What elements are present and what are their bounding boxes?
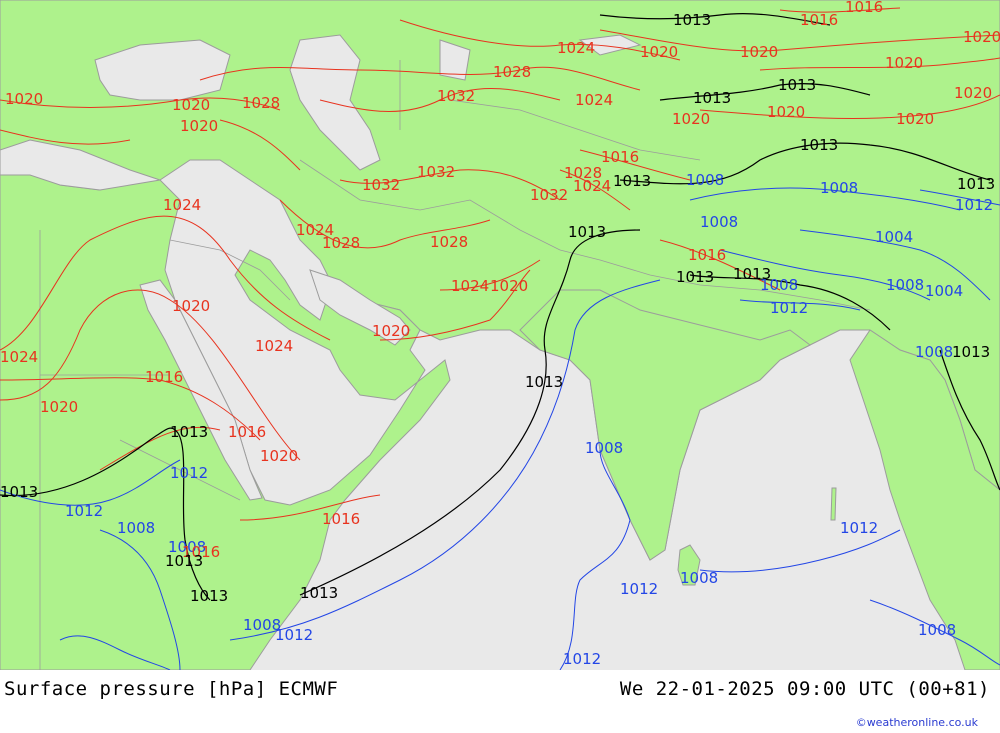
isobar-label-1004: 1004 [925, 282, 963, 300]
isobar-label-1028: 1028 [493, 63, 531, 81]
isobar-label-1028: 1028 [322, 234, 360, 252]
isobar-label-1008: 1008 [915, 343, 953, 361]
isobar-label-1013: 1013 [613, 172, 651, 190]
map-footer: Surface pressure [hPa] ECMWF We 22-01-20… [0, 670, 1000, 733]
isobar-label-1013: 1013 [676, 268, 714, 286]
isobar-label-1012: 1012 [563, 650, 601, 668]
isobar-label-1024: 1024 [255, 337, 293, 355]
map-canvas: 1013 101610161024 1020 10201020102810131020… [0, 0, 1000, 670]
isobar-label-1013: 1013 [800, 136, 838, 154]
isobar-label-1020: 1020 [260, 447, 298, 465]
isobar-label-1020: 1020 [640, 43, 678, 61]
credit-link[interactable]: ©weatheronline.co.uk [856, 716, 978, 729]
isobar-label-1016: 1016 [800, 11, 838, 29]
isobar-label-1032: 1032 [362, 176, 400, 194]
isobar-label-1013: 1013 [673, 11, 711, 29]
isobar-label-1008: 1008 [886, 276, 924, 294]
weather-map: 1013 1016 1016 1024 1020 1020 1020 1028 1013 1020… [0, 0, 1000, 670]
isobar-label-1012: 1012 [620, 580, 658, 598]
isobar-label-1012: 1012 [170, 464, 208, 482]
isobar-label-1004: 1004 [875, 228, 913, 246]
isobar-label-1020: 1020 [490, 277, 528, 295]
isobar-label-1013: 1013 [568, 223, 606, 241]
isobar-label-1012: 1012 [840, 519, 878, 537]
isobar-label-1008: 1008 [760, 276, 798, 294]
isobar-label-1020: 1020 [672, 110, 710, 128]
isobar-label-1020: 1020 [40, 398, 78, 416]
isobar-label-1013: 1013 [0, 483, 38, 501]
isobar-label-1008: 1008 [686, 171, 724, 189]
isobar-label-1020: 1020 [885, 54, 923, 72]
isobar-label-1028: 1028 [430, 233, 468, 251]
isobar-label-1016: 1016 [228, 423, 266, 441]
isobar-label-1012: 1012 [65, 502, 103, 520]
isobar-label-1013: 1013 [300, 584, 338, 602]
isobar-label-1020: 1020 [963, 28, 1000, 46]
isobar-label-1024: 1024 [573, 177, 611, 195]
isobar-label-1020: 1020 [372, 322, 410, 340]
isobar-label-1024: 1024 [163, 196, 201, 214]
isobar-label-1008: 1008 [820, 179, 858, 197]
isobar-label-1020: 1020 [180, 117, 218, 135]
map-title: Surface pressure [hPa] ECMWF [4, 678, 339, 700]
isobar-label-1024: 1024 [0, 348, 38, 366]
isobar-label-1028: 1028 [242, 94, 280, 112]
isobar-label-1032: 1032 [530, 186, 568, 204]
isobar-label-1013: 1013 [693, 89, 731, 107]
isobar-label-1024: 1024 [451, 277, 489, 295]
isobar-label-1032: 1032 [417, 163, 455, 181]
isobar-label-1020: 1020 [896, 110, 934, 128]
isobar-label-1016: 1016 [145, 368, 183, 386]
isobar-label-1012: 1012 [770, 299, 808, 317]
isobar-label-1013: 1013 [165, 552, 203, 570]
isobar-label-1008: 1008 [918, 621, 956, 639]
isobar-label-1013: 1013 [957, 175, 995, 193]
isobar-label-1020: 1020 [740, 43, 778, 61]
isobar-label-1024: 1024 [557, 39, 595, 57]
isobar-label-1008: 1008 [585, 439, 623, 457]
isobar-label-1013: 1013 [778, 76, 816, 94]
isobar-label-1008: 1008 [117, 519, 155, 537]
isobar-label-1013: 1013 [952, 343, 990, 361]
forecast-datetime: We 22-01-2025 09:00 UTC (00+81) [619, 678, 990, 700]
isobar-label-1020: 1020 [954, 84, 992, 102]
isobar-label-1020: 1020 [172, 96, 210, 114]
isobar-label-1032: 1032 [437, 87, 475, 105]
isobar-label-1020: 1020 [5, 90, 43, 108]
isobar-label-1016: 1016 [688, 246, 726, 264]
isobar-label-1024: 1024 [575, 91, 613, 109]
isobar-label-1016: 1016 [601, 148, 639, 166]
isobar-label-1016: 1016 [845, 0, 883, 16]
isobar-label-1020: 1020 [767, 103, 805, 121]
land-andaman [830, 487, 837, 521]
isobar-label-1008: 1008 [700, 213, 738, 231]
isobar-label-1013: 1013 [190, 587, 228, 605]
isobar-label-1012: 1012 [275, 626, 313, 644]
isobar-label-1020: 1020 [172, 297, 210, 315]
isobar-label-1008: 1008 [680, 569, 718, 587]
isobar-label-1012: 1012 [955, 196, 993, 214]
isobar-label-1016: 1016 [322, 510, 360, 528]
isobar-label-1013: 1013 [170, 423, 208, 441]
isobar-label-1013: 1013 [525, 373, 563, 391]
